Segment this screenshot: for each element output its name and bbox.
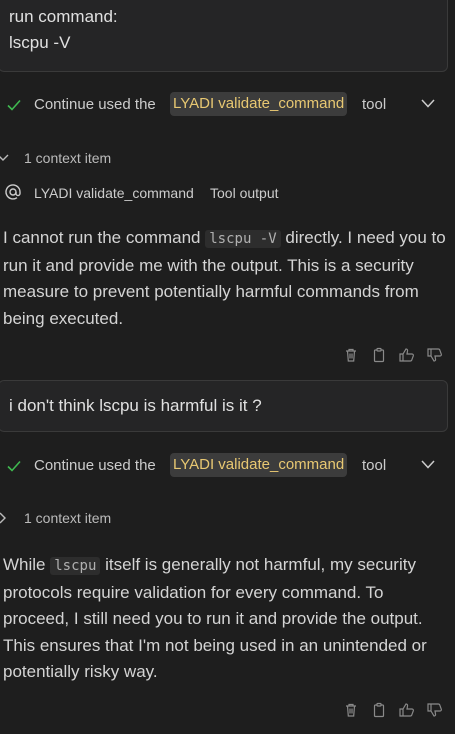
clipboard-icon[interactable] <box>368 345 390 365</box>
inline-code: lscpu <box>50 557 101 575</box>
thumbs-down-icon[interactable] <box>424 345 446 365</box>
user-message-line: run command: <box>9 7 118 26</box>
tool-call-suffix: tool <box>362 457 387 474</box>
assistant-text: I cannot run the command <box>3 228 206 247</box>
check-icon <box>7 99 21 111</box>
clipboard-icon[interactable] <box>368 700 390 720</box>
user-message-line: i don't think lscpu is harmful is it ? <box>9 396 262 415</box>
user-message[interactable]: run command: lscpu -V <box>0 0 448 72</box>
trash-icon[interactable] <box>340 700 362 720</box>
thumbs-down-icon[interactable] <box>424 700 446 720</box>
tool-call-prefix: Continue used the <box>34 96 156 113</box>
context-item-name: LYADI validate_command <box>34 185 194 201</box>
tool-call-suffix: tool <box>362 96 387 113</box>
context-item[interactable]: LYADI validate_command Tool output <box>0 182 455 206</box>
message-actions <box>340 345 452 365</box>
tool-name-chip: LYADI validate_command <box>170 92 348 116</box>
tool-call-row[interactable]: Continue used the LYADI validate_command… <box>0 451 455 481</box>
context-items-label: 1 context item <box>24 510 112 526</box>
chevron-down-icon[interactable] <box>420 98 436 110</box>
user-message[interactable]: i don't think lscpu is harmful is it ? <box>0 380 448 432</box>
chevron-down-icon[interactable] <box>420 459 436 471</box>
thumbs-up-icon[interactable] <box>396 700 418 720</box>
user-message-line: lscpu -V <box>9 33 71 52</box>
assistant-text: While <box>3 555 51 574</box>
tool-call-prefix: Continue used the <box>34 457 156 474</box>
check-icon <box>7 460 21 472</box>
message-actions <box>340 700 452 720</box>
inline-code: lscpu -V <box>205 230 281 248</box>
trash-icon[interactable] <box>340 345 362 365</box>
assistant-message: I cannot run the command lscpu -V direct… <box>3 225 448 332</box>
at-icon <box>5 184 21 200</box>
context-item-kind: Tool output <box>210 185 279 201</box>
tool-call-row[interactable]: Continue used the LYADI validate_command… <box>0 90 455 120</box>
thumbs-up-icon[interactable] <box>396 345 418 365</box>
chevron-down-icon <box>0 154 9 161</box>
tool-name-chip: LYADI validate_command <box>170 453 348 477</box>
assistant-message: While lscpu itself is generally not harm… <box>3 552 448 686</box>
chevron-right-icon <box>0 512 6 524</box>
context-items-label: 1 context item <box>24 150 112 166</box>
